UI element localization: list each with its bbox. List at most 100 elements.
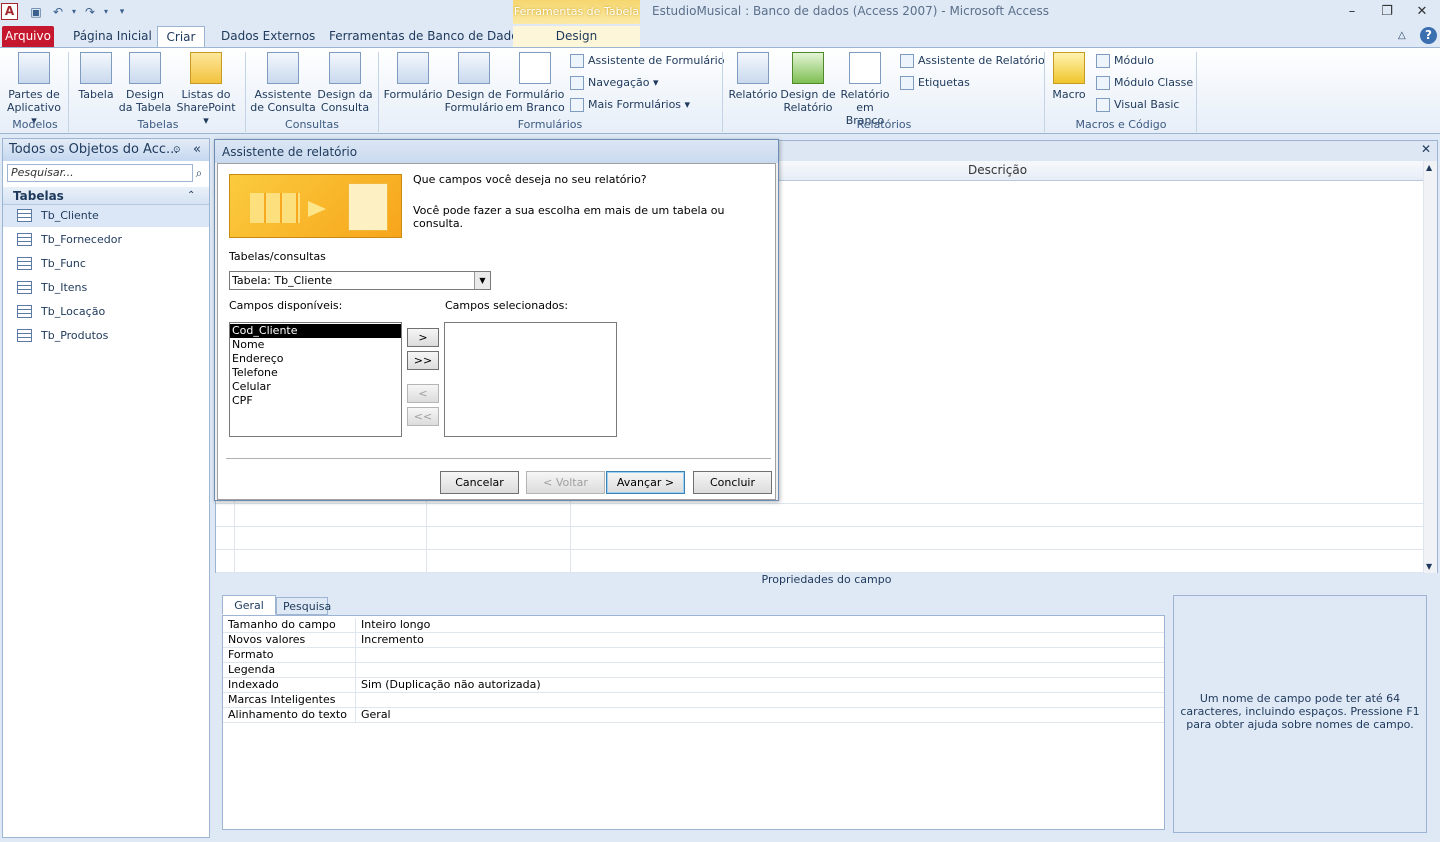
macro-button[interactable]: Macro — [1048, 52, 1090, 101]
assistente-consulta-button[interactable]: Assistente de Consulta — [250, 52, 316, 114]
tables-queries-combo[interactable]: Tabela: Tb_Cliente ▼ — [229, 271, 491, 290]
cancel-button[interactable]: Cancelar — [440, 471, 519, 494]
visual-basic-button[interactable]: Visual Basic — [1096, 95, 1179, 115]
redo-dropdown-icon[interactable]: ▾ — [98, 4, 114, 20]
nav-item-tb-fornecedor[interactable]: Tb_Fornecedor — [3, 229, 209, 251]
scroll-up-icon[interactable]: ▲ — [1426, 163, 1432, 172]
finish-button[interactable]: Concluir — [693, 471, 772, 494]
modulo-classe-button[interactable]: Módulo Classe — [1096, 73, 1193, 93]
designer-row[interactable] — [216, 504, 1423, 527]
designer-row[interactable] — [216, 527, 1423, 550]
collapse-pane-icon[interactable]: « — [193, 139, 201, 161]
navegacao-button[interactable]: Navegação ▾ — [570, 73, 659, 93]
wizard-illustration-icon — [229, 174, 402, 238]
back-button[interactable]: < Voltar — [526, 471, 605, 494]
undo-dropdown-icon[interactable]: ▾ — [66, 4, 82, 20]
redo-icon[interactable]: ↷ — [82, 4, 98, 20]
dialog-hint: Você pode fazer a sua escolha em mais de… — [413, 204, 725, 230]
tab-dados-externos[interactable]: Dados Externos — [213, 26, 323, 48]
tab-pesquisa[interactable]: Pesquisa — [276, 597, 331, 615]
macro-scroll-icon — [1053, 52, 1085, 84]
nav-dropdown-icon[interactable]: ⊙ — [173, 139, 181, 161]
relatorio-button[interactable]: Relatório — [726, 52, 780, 101]
mais-formularios-button[interactable]: Mais Formulários ▾ — [570, 95, 690, 115]
available-fields-list[interactable]: Cod_Cliente Nome Endereço Telefone Celul… — [229, 322, 402, 437]
assistente-formulario-button[interactable]: Assistente de Formulário — [570, 51, 724, 71]
help-icon[interactable]: ? — [1420, 27, 1437, 44]
nav-item-tb-cliente[interactable]: Tb_Cliente — [3, 205, 209, 227]
design-formulario-button[interactable]: Design de Formulário — [444, 52, 504, 114]
chevron-down-icon[interactable]: ▼ — [474, 272, 490, 289]
list-item[interactable]: CPF — [230, 394, 401, 408]
minimize-button[interactable]: – — [1340, 3, 1364, 21]
close-document-icon[interactable]: ✕ — [1421, 142, 1431, 156]
design-tabela-button[interactable]: Design da Tabela — [118, 52, 172, 114]
tab-arquivo[interactable]: Arquivo — [2, 26, 54, 48]
nav-pane-header[interactable]: Todos os Objetos do Acc... ⊙ « — [3, 139, 209, 161]
nav-item-tb-itens[interactable]: Tb_Itens — [3, 277, 209, 299]
tab-ferramentas-banco[interactable]: Ferramentas de Banco de Dados — [321, 26, 533, 48]
tab-criar[interactable]: Criar — [157, 26, 205, 48]
restore-button[interactable]: ❐ — [1375, 3, 1399, 21]
list-item[interactable]: Telefone — [230, 366, 401, 380]
nav-item-tb-func[interactable]: Tb_Func — [3, 253, 209, 275]
property-row[interactable]: Marcas Inteligentes — [223, 693, 1164, 708]
assistente-relatorio-button[interactable]: Assistente de Relatório — [900, 51, 1045, 71]
labels-icon — [900, 76, 914, 90]
minimize-ribbon-icon[interactable]: △ — [1398, 26, 1414, 48]
list-item[interactable]: Cod_Cliente — [230, 324, 401, 338]
table-icon — [17, 233, 32, 246]
design-relatorio-button[interactable]: Design de Relatório — [780, 52, 836, 114]
property-row[interactable]: Formato — [223, 648, 1164, 663]
close-window-button[interactable]: ✕ — [1410, 3, 1434, 21]
modulo-button[interactable]: Módulo — [1096, 51, 1154, 71]
partes-aplicativo-button[interactable]: Partes de Aplicativo ▾ — [4, 52, 64, 127]
formulario-button[interactable]: Formulário — [382, 52, 444, 101]
group-collapse-icon[interactable]: ⌃ — [187, 187, 195, 205]
tab-design[interactable]: Design — [513, 26, 640, 48]
listas-sharepoint-button[interactable]: Listas do SharePoint ▾ — [172, 52, 240, 127]
property-row[interactable]: Legenda — [223, 663, 1164, 678]
dialog-title[interactable]: Assistente de relatório — [215, 140, 778, 163]
property-row[interactable]: Alinhamento do texto Geral — [223, 708, 1164, 723]
nav-item-tb-produtos[interactable]: Tb_Produtos — [3, 325, 209, 347]
relatorio-branco-button[interactable]: Relatório em Branco — [836, 52, 894, 127]
search-icon[interactable]: ⌕ — [191, 164, 207, 182]
fields-graphic — [250, 193, 300, 223]
formulario-branco-button[interactable]: Formulário em Branco — [504, 52, 566, 114]
design-consulta-button[interactable]: Design da Consulta — [316, 52, 374, 114]
query-design-icon — [329, 52, 361, 84]
tabela-button[interactable]: Tabela — [76, 52, 116, 101]
list-item[interactable]: Celular — [230, 380, 401, 394]
next-button[interactable]: Avançar > — [606, 471, 685, 494]
list-item[interactable]: Nome — [230, 338, 401, 352]
undo-icon[interactable]: ↶ — [50, 4, 66, 20]
move-one-button[interactable]: > — [407, 328, 439, 347]
tab-pagina-inicial[interactable]: Página Inicial — [65, 26, 160, 48]
scroll-down-icon[interactable]: ▼ — [1426, 562, 1432, 571]
customize-toolbar-icon[interactable]: ▾ — [114, 4, 130, 20]
nav-item-tb-locacao[interactable]: Tb_Locação — [3, 301, 209, 323]
property-row[interactable]: Novos valores Incremento — [223, 633, 1164, 648]
move-all-button[interactable]: >> — [407, 351, 439, 370]
nav-group-tabelas[interactable]: Tabelas ⌃ — [3, 187, 209, 205]
property-row[interactable]: Tamanho do campo Inteiro longo — [223, 618, 1164, 633]
column-descricao: Descrição — [968, 163, 1028, 177]
navigation-icon — [570, 76, 584, 90]
designer-scrollbar[interactable]: ▲ ▼ — [1423, 161, 1437, 573]
group-label-macros: Macros e Código — [1075, 118, 1167, 131]
nav-search-input[interactable]: Pesquisar... — [7, 164, 193, 182]
etiquetas-button[interactable]: Etiquetas — [900, 73, 970, 93]
dialog-question: Que campos você deseja no seu relatório? — [413, 173, 647, 186]
designer-row[interactable] — [216, 550, 1423, 573]
access-app-icon[interactable]: A — [1, 3, 18, 20]
remove-one-button[interactable]: < — [407, 384, 439, 403]
property-row[interactable]: Indexado Sim (Duplicação não autorizada) — [223, 678, 1164, 693]
save-icon[interactable]: ▣ — [28, 4, 44, 20]
tab-geral[interactable]: Geral — [222, 595, 276, 615]
title-bar: A ▣ ↶ ▾ ↷ ▾ ▾ Ferramentas de Tabela Estu… — [0, 0, 1440, 24]
selected-fields-list[interactable] — [444, 322, 617, 437]
list-item[interactable]: Endereço — [230, 352, 401, 366]
remove-all-button[interactable]: << — [407, 407, 439, 426]
report-design-icon — [792, 52, 824, 84]
